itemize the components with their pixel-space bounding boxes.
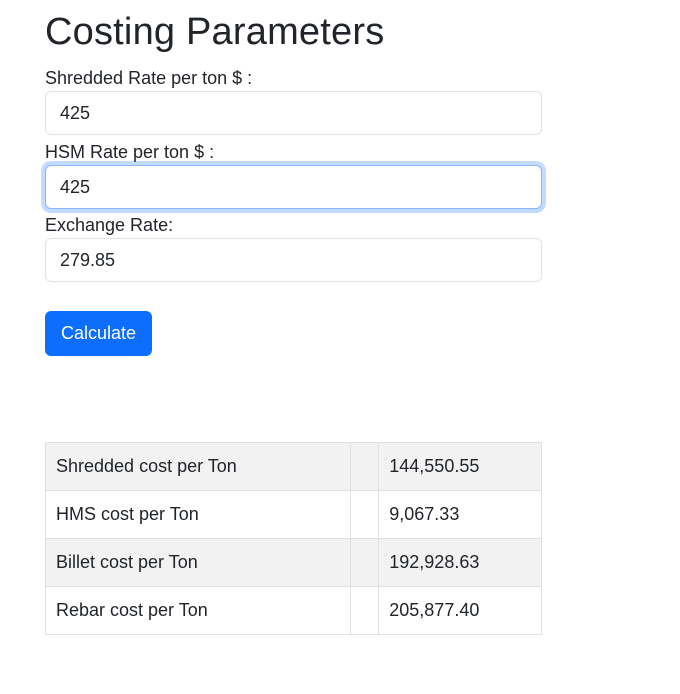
row-spacer — [350, 538, 380, 587]
row-value: 144,550.55 — [378, 442, 542, 491]
row-value: 192,928.63 — [378, 538, 542, 587]
results-table: Shredded cost per Ton 144,550.55 HMS cos… — [44, 442, 542, 635]
exchange-rate-label: Exchange Rate: — [45, 215, 174, 235]
table-row-rebar-cost: Rebar cost per Ton 205,877.40 — [44, 586, 542, 635]
row-label: HMS cost per Ton — [44, 490, 352, 539]
row-label: Rebar cost per Ton — [44, 586, 352, 635]
row-value: 9,067.33 — [378, 490, 542, 539]
row-label: Shredded cost per Ton — [44, 442, 352, 491]
row-value: 205,877.40 — [378, 586, 542, 635]
calculate-button[interactable]: Calculate — [45, 311, 152, 356]
table-row-shredded-cost: Shredded cost per Ton 144,550.55 — [44, 442, 542, 491]
row-label: Billet cost per Ton — [44, 538, 352, 587]
page-title: Costing Parameters — [45, 11, 385, 53]
exchange-rate-input[interactable] — [45, 238, 542, 282]
table-row-billet-cost: Billet cost per Ton 192,928.63 — [44, 538, 542, 587]
row-spacer — [350, 586, 380, 635]
hsm-rate-input[interactable] — [45, 165, 542, 209]
shredded-rate-label: Shredded Rate per ton $ : — [45, 68, 253, 88]
table-row-hms-cost: HMS cost per Ton 9,067.33 — [44, 490, 542, 539]
shredded-rate-input[interactable] — [45, 91, 542, 135]
row-spacer — [350, 442, 380, 491]
row-spacer — [350, 490, 380, 539]
hsm-rate-label: HSM Rate per ton $ : — [45, 142, 215, 162]
